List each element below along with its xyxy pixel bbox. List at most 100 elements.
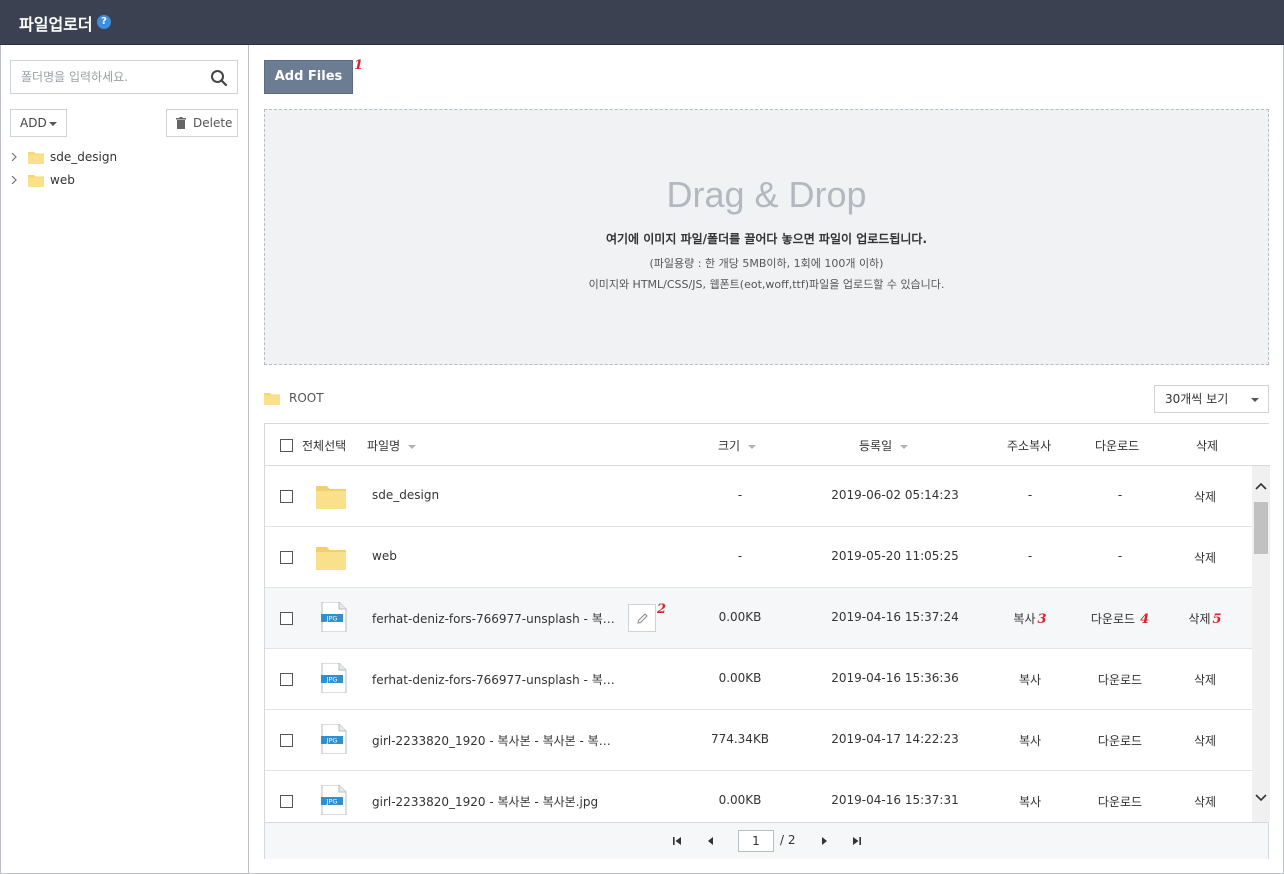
header-copy: 주소복사 [1007, 439, 1052, 453]
per-page-value: 30개씩 보기 [1165, 392, 1229, 406]
tree-item-label: web [50, 173, 75, 187]
add-folder-dropdown[interactable]: ADD [10, 109, 67, 137]
file-size: 0.00KB [718, 793, 762, 807]
drop-zone[interactable]: Drag & Drop 여기에 이미지 파일/폴더를 끌어다 놓으면 파일이 업… [264, 109, 1269, 365]
download-button[interactable]: 다운로드 [1085, 732, 1155, 749]
delete-button[interactable]: 삭제 [1170, 793, 1240, 810]
delete-button[interactable]: 삭제 [1170, 732, 1240, 749]
delete-button[interactable]: 삭제 [1170, 671, 1240, 688]
file-name[interactable]: ferhat-deniz-fors-766977-unsplash - 복… [372, 610, 615, 627]
table-row[interactable]: JPG ferhat-deniz-fors-766977-unsplash - … [265, 649, 1252, 710]
download-link: - [1117, 549, 1123, 563]
vertical-scrollbar[interactable] [1252, 466, 1270, 822]
jpg-file-icon: JPG [321, 785, 347, 815]
drop-zone-title: Drag & Drop [666, 174, 867, 215]
scroll-down-icon[interactable] [1255, 794, 1267, 802]
copy-url-button[interactable]: 복사 [995, 793, 1065, 810]
file-date: 2019-04-16 15:37:24 [831, 610, 959, 624]
next-page-icon[interactable] [818, 835, 830, 847]
table-row[interactable]: JPG girl-2233820_1920 - 복사본 - 복사본 - 복… 7… [265, 710, 1252, 771]
rename-button[interactable] [628, 604, 656, 632]
header-date-label: 등록일 [859, 439, 893, 453]
row-checkbox[interactable] [280, 795, 293, 808]
row-checkbox[interactable] [280, 673, 293, 686]
search-icon[interactable] [210, 69, 228, 87]
callout-marker-5: 5 [1212, 612, 1222, 627]
main-panel: Add Files 1 Drag & Drop 여기에 이미지 파일/폴더를 끌… [249, 45, 1284, 874]
first-page-icon[interactable] [671, 835, 683, 847]
pagination: 1 / 2 [265, 822, 1268, 859]
chevron-right-icon[interactable] [10, 176, 18, 184]
sort-icon [748, 444, 757, 449]
scrollbar-thumb[interactable] [1254, 502, 1268, 554]
delete-button[interactable]: 삭제 5 [1170, 610, 1240, 627]
file-name[interactable]: ferhat-deniz-fors-766977-unsplash - 복… [372, 671, 615, 688]
table-row[interactable]: web - 2019-05-20 11:05:25 - - 삭제 [265, 527, 1252, 588]
copy-url: - [1027, 549, 1033, 563]
header-size[interactable]: 크기 [718, 437, 757, 454]
caret-down-icon [49, 122, 57, 126]
page-number-input[interactable]: 1 [738, 830, 774, 852]
file-name[interactable]: girl-2233820_1920 - 복사본 - 복사본.jpg [372, 793, 598, 810]
file-name[interactable]: girl-2233820_1920 - 복사본 - 복사본 - 복… [372, 732, 611, 749]
delete-folder-button[interactable]: Delete [166, 109, 238, 137]
chevron-right-icon[interactable] [10, 153, 18, 161]
caret-down-icon [1251, 398, 1259, 402]
folder-icon [264, 393, 280, 405]
add-files-button[interactable]: Add Files [264, 60, 353, 94]
scroll-up-icon[interactable] [1255, 482, 1267, 490]
callout-marker-2: 2 [657, 602, 667, 617]
file-badge: JPG [326, 798, 338, 806]
per-page-select[interactable]: 30개씩 보기 [1154, 385, 1269, 413]
table-row[interactable]: JPG ferhat-deniz-fors-766977-unsplash - … [265, 588, 1252, 649]
download-button[interactable]: 다운로드 4 [1085, 610, 1155, 627]
file-badge: JPG [326, 615, 338, 623]
copy-url-button[interactable]: 복사 [995, 671, 1065, 688]
sort-icon [900, 444, 909, 449]
app-header: 파일업로더 ? [0, 0, 1284, 45]
file-name[interactable]: web [372, 549, 397, 563]
breadcrumb-root[interactable]: ROOT [289, 391, 324, 405]
callout-marker-1: 1 [354, 58, 364, 73]
folder-icon [316, 547, 346, 570]
download-button[interactable]: 다운로드 [1085, 793, 1155, 810]
trash-icon [176, 117, 186, 129]
delete-link[interactable]: 삭제 [1170, 488, 1240, 505]
file-table: 전체선택 파일명 크기 등록일 주소복사 다운로드 삭제 sde_design … [264, 423, 1270, 859]
header-download: 다운로드 [1095, 439, 1140, 453]
header-select-all[interactable]: 전체선택 [302, 437, 346, 454]
copy-url-button[interactable]: 복사 3 [995, 610, 1065, 627]
header-date[interactable]: 등록일 [859, 437, 909, 454]
copy-url: - [1027, 488, 1033, 502]
delete-link[interactable]: 삭제 [1170, 549, 1240, 566]
file-size: - [737, 488, 743, 502]
file-size: 774.34KB [710, 732, 770, 746]
file-date: 2019-06-02 05:14:23 [831, 488, 959, 502]
folder-icon [28, 175, 44, 187]
folder-search-input[interactable] [21, 69, 201, 85]
file-date: 2019-04-17 14:22:23 [831, 732, 959, 746]
last-page-icon[interactable] [851, 835, 863, 847]
file-name[interactable]: sde_design [372, 488, 439, 502]
prev-page-icon[interactable] [705, 835, 717, 847]
app-title: 파일업로더 [19, 15, 93, 34]
jpg-file-icon: JPG [321, 724, 347, 754]
header-name[interactable]: 파일명 [367, 437, 417, 454]
drop-zone-instruction: 여기에 이미지 파일/폴더를 끌어다 놓으면 파일이 업로드됩니다. [605, 232, 928, 246]
row-checkbox[interactable] [280, 551, 293, 564]
sidebar: ADD Delete sde_design web [0, 45, 249, 874]
jpg-file-icon: JPG [321, 602, 347, 632]
file-badge: JPG [326, 676, 338, 684]
row-checkbox[interactable] [280, 612, 293, 625]
file-badge: JPG [326, 737, 338, 745]
file-size: - [737, 549, 743, 563]
row-checkbox[interactable] [280, 734, 293, 747]
table-row[interactable]: sde_design - 2019-06-02 05:14:23 - - 삭제 [265, 466, 1252, 527]
copy-url-button[interactable]: 복사 [995, 732, 1065, 749]
row-checkbox[interactable] [280, 490, 293, 503]
download-button[interactable]: 다운로드 [1085, 671, 1155, 688]
callout-marker-3: 3 [1037, 612, 1047, 627]
help-icon[interactable]: ? [97, 15, 111, 29]
select-all-checkbox[interactable] [280, 439, 293, 452]
table-row[interactable]: JPG girl-2233820_1920 - 복사본 - 복사본.jpg 0.… [265, 771, 1252, 822]
